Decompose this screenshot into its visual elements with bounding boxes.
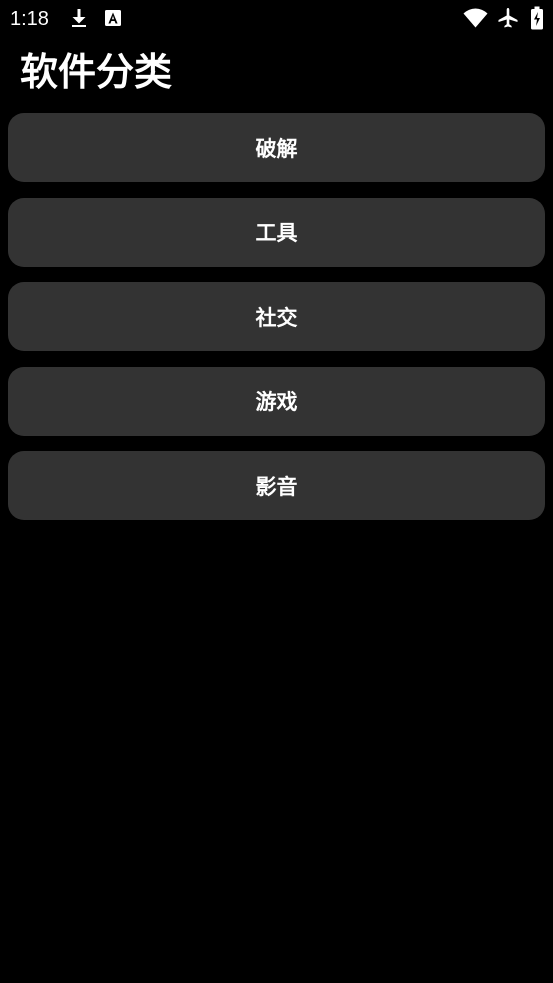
category-button-social[interactable]: 社交 bbox=[8, 282, 545, 351]
download-icon bbox=[72, 9, 86, 27]
category-button-media[interactable]: 影音 bbox=[8, 451, 545, 520]
font-a-icon bbox=[105, 10, 121, 26]
airplane-mode-icon bbox=[498, 8, 518, 28]
page-title: 软件分类 bbox=[20, 50, 173, 94]
battery-icon bbox=[531, 6, 543, 30]
category-list: 破解 工具 社交 游戏 影音 bbox=[8, 113, 545, 536]
category-button-tools[interactable]: 工具 bbox=[8, 197, 545, 267]
category-label: 影音 bbox=[255, 474, 298, 499]
category-label: 游戏 bbox=[255, 390, 298, 414]
category-button-crack[interactable]: 破解 bbox=[8, 113, 545, 182]
category-label: 破解 bbox=[255, 136, 298, 161]
status-bar: 1:18 bbox=[0, 0, 553, 38]
status-time: 1:18 bbox=[10, 8, 49, 30]
category-label: 工具 bbox=[255, 221, 298, 245]
wifi-icon bbox=[463, 8, 488, 28]
category-button-games[interactable]: 游戏 bbox=[8, 366, 545, 436]
category-label: 社交 bbox=[255, 305, 298, 330]
